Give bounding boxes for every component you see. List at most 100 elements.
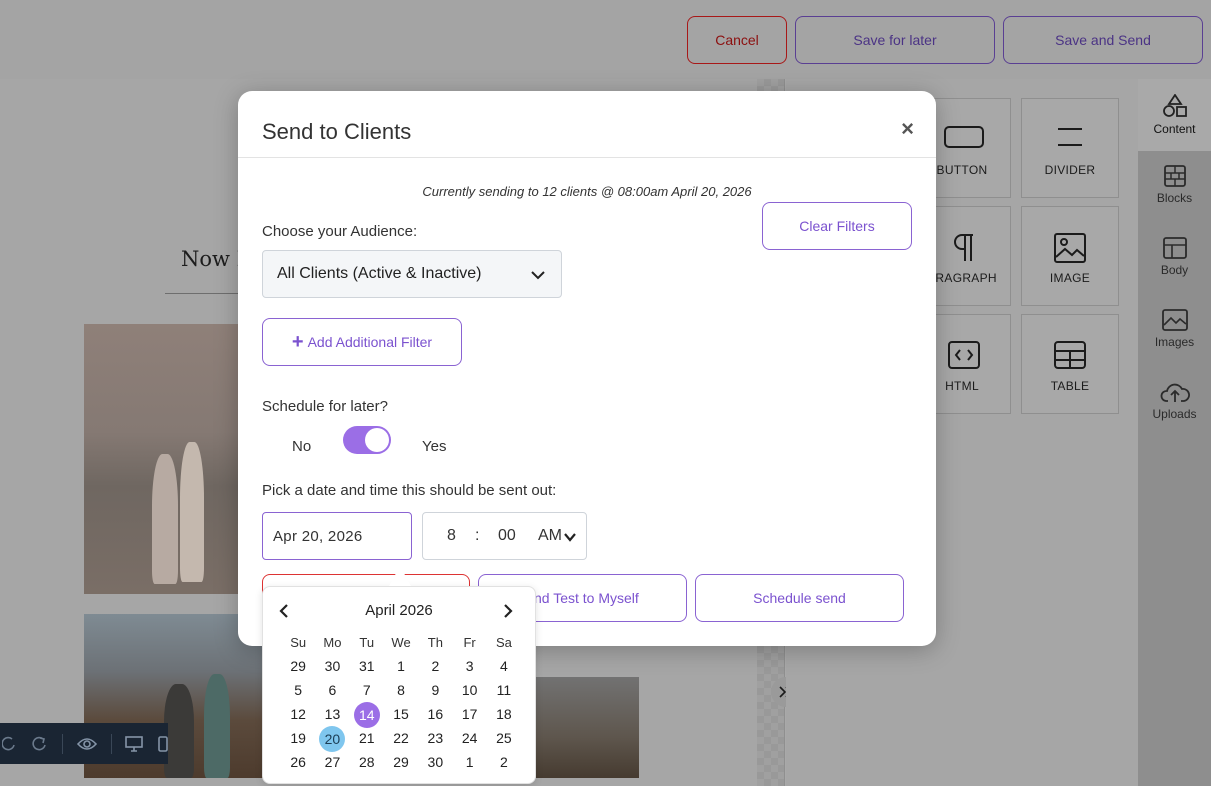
divider-icon	[1056, 125, 1084, 154]
ampm-select[interactable]: AM	[538, 527, 562, 545]
chevron-right-icon[interactable]	[503, 604, 513, 623]
preview-eye-icon[interactable]	[76, 733, 97, 755]
calendar-day-cell[interactable]: 30	[418, 750, 452, 774]
calendar-day-cell[interactable]: 9	[418, 678, 452, 702]
calendar-day: 8	[397, 682, 405, 698]
weekday-label: Sa	[495, 634, 512, 650]
calendar-day-cell[interactable]: 23	[418, 726, 452, 750]
audience-label: Choose your Audience:	[262, 223, 418, 240]
calendar-day: 21	[358, 730, 375, 746]
audience-select[interactable]: All Clients (Active & Inactive)	[262, 250, 562, 298]
weekday-label: Th	[427, 634, 443, 650]
calendar-day-cell[interactable]: 27	[315, 750, 349, 774]
plus-icon: +	[291, 331, 304, 353]
undo-icon[interactable]	[2, 733, 16, 755]
tab-blocks[interactable]: Blocks	[1138, 151, 1211, 219]
calendar-caret	[389, 566, 411, 586]
canvas-photo-couple[interactable]	[536, 677, 639, 778]
content-tile-image[interactable]: IMAGE	[1021, 206, 1119, 306]
date-input[interactable]: Apr 20, 2026	[262, 512, 412, 560]
calendar-day: 12	[290, 706, 306, 722]
calendar-day-cell[interactable]: 3	[452, 654, 486, 678]
html-icon	[948, 341, 980, 374]
time-picker: 8 : 00 AM	[422, 512, 587, 560]
cloud-upload-icon	[1160, 383, 1190, 402]
calendar-day: 11	[496, 682, 512, 698]
calendar-day-cell[interactable]: 1	[452, 750, 486, 774]
calendar-day-cell[interactable]: 14	[350, 702, 384, 728]
calendar-day-cell[interactable]: 24	[452, 726, 486, 750]
calendar-month-title: April 2026	[365, 602, 433, 619]
calendar-day-cell[interactable]: 20	[315, 726, 349, 752]
calendar-day-cell[interactable]: 15	[384, 702, 418, 726]
send-to-clients-modal: Send to Clients × Currently sending to 1…	[238, 91, 936, 646]
calendar-day-cell[interactable]: 29	[384, 750, 418, 774]
add-filter-label: Add Additional Filter	[307, 334, 433, 350]
photo-figure	[180, 442, 204, 582]
calendar-day: 30	[427, 754, 444, 770]
calendar-day-cell[interactable]: 25	[487, 726, 521, 750]
tab-uploads[interactable]: Uploads	[1138, 367, 1211, 435]
calendar-day-cell[interactable]: 29	[281, 654, 315, 678]
tile-label: DIVIDER	[1044, 163, 1096, 177]
calendar-day-cell[interactable]: 18	[487, 702, 521, 726]
pick-date-label: Pick a date and time this should be sent…	[262, 482, 557, 499]
calendar-day-cell[interactable]: 6	[315, 678, 349, 702]
calendar-day-cell[interactable]: 2	[487, 750, 521, 774]
calendar-day-cell[interactable]: 7	[350, 678, 384, 702]
cancel-button[interactable]: Cancel	[687, 16, 787, 64]
calendar-day: 22	[393, 730, 409, 746]
mobile-view-icon[interactable]	[157, 733, 168, 755]
calendar-day-cell[interactable]: 16	[418, 702, 452, 726]
calendar-day: 5	[294, 682, 303, 698]
calendar-day-cell[interactable]: 2	[418, 654, 452, 678]
calendar-day: 2	[500, 754, 508, 770]
content-tile-divider[interactable]: DIVIDER	[1021, 98, 1119, 198]
calendar-day-cell[interactable]: 5	[281, 678, 315, 702]
calendar-day: 29	[290, 658, 306, 674]
calendar-day-cell[interactable]: 12	[281, 702, 315, 726]
side-tab-bar: Content Blocks Body Images Uploads	[1138, 79, 1211, 786]
tab-content[interactable]: Content	[1138, 79, 1211, 151]
calendar-day: 17	[461, 706, 478, 722]
redo-icon[interactable]	[30, 733, 48, 755]
calendar-day-cell[interactable]: 1	[384, 654, 418, 678]
canvas-photo-beach[interactable]	[84, 324, 264, 594]
schedule-send-button[interactable]: Schedule send	[695, 574, 904, 622]
calendar-day: 31	[358, 658, 375, 674]
calendar-day-cell[interactable]: 21	[350, 726, 384, 750]
calendar-day-cell[interactable]: 11	[487, 678, 521, 702]
calendar-day: 18	[496, 706, 512, 722]
clear-filters-button[interactable]: Clear Filters	[762, 202, 912, 250]
minute-field[interactable]: 00	[498, 527, 516, 545]
save-and-send-button[interactable]: Save and Send	[1003, 16, 1203, 64]
calendar-day-cell[interactable]: 28	[350, 750, 384, 774]
calendar-day-cell[interactable]: 30	[315, 654, 349, 678]
calendar-day: 13	[324, 706, 341, 722]
add-filter-button[interactable]: + Add Additional Filter	[262, 318, 462, 366]
calendar-day-cell[interactable]: 4	[487, 654, 521, 678]
content-tile-table[interactable]: TABLE	[1021, 314, 1119, 414]
table-icon	[1054, 341, 1086, 374]
calendar-day-cell[interactable]: 19	[281, 726, 315, 750]
calendar-day-cell[interactable]: 22	[384, 726, 418, 750]
desktop-view-icon[interactable]	[125, 733, 143, 755]
calendar-day: 25	[496, 730, 512, 746]
tab-body[interactable]: Body	[1138, 223, 1211, 291]
tab-images[interactable]: Images	[1138, 295, 1211, 363]
hour-field[interactable]: 8	[447, 527, 456, 545]
calendar-day-cell[interactable]: 13	[315, 702, 349, 726]
save-for-later-button[interactable]: Save for later	[795, 16, 995, 64]
chevron-down-icon	[531, 267, 545, 285]
calendar-day-cell[interactable]: 26	[281, 750, 315, 774]
calendar-day: 15	[393, 706, 409, 722]
calendar-day-cell[interactable]: 8	[384, 678, 418, 702]
photo-figure	[152, 454, 178, 584]
close-icon[interactable]: ×	[901, 118, 914, 140]
calendar-day-cell[interactable]: 31	[350, 654, 384, 678]
calendar-day-cell[interactable]: 10	[452, 678, 486, 702]
schedule-toggle[interactable]	[343, 426, 391, 454]
calendar-day-cell[interactable]: 17	[452, 702, 486, 726]
tab-label: Blocks	[1156, 191, 1193, 205]
canvas-toolbar	[0, 723, 168, 764]
